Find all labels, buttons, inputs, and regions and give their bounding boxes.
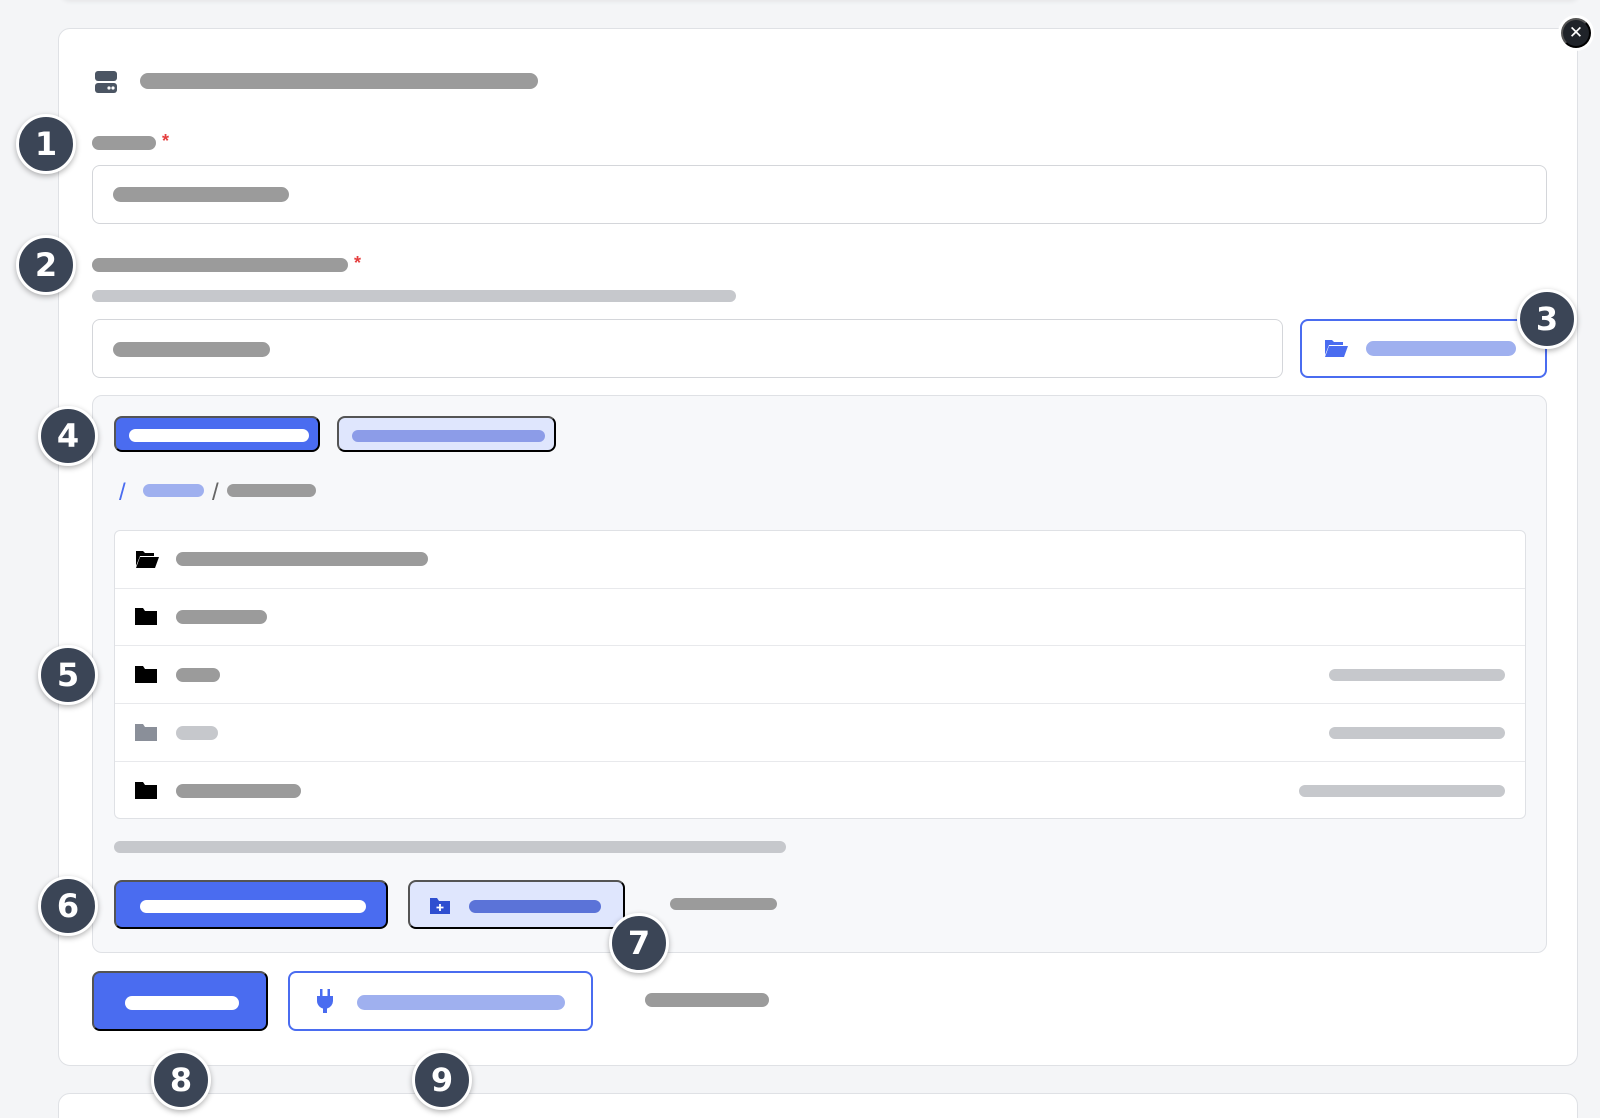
folder-name — [176, 668, 220, 682]
folder-meta — [1299, 785, 1505, 797]
folder-meta — [1329, 727, 1505, 739]
required-indicator: * — [162, 131, 170, 151]
breadcrumb-root[interactable]: / — [119, 479, 126, 507]
tab-active[interactable] — [114, 416, 320, 452]
annotation-marker-2: 2 — [16, 235, 76, 295]
select-folder-button[interactable] — [114, 880, 388, 929]
selected-path-text — [114, 841, 786, 853]
select-folder-label — [140, 900, 366, 913]
new-folder-label — [469, 900, 601, 913]
folder-name — [176, 552, 428, 566]
list-item — [115, 704, 1525, 762]
field-2-label — [92, 258, 348, 272]
close-button[interactable]: ✕ — [1561, 18, 1591, 48]
breadcrumb-current — [227, 484, 316, 497]
next-card — [58, 1093, 1578, 1118]
folder-list — [114, 530, 1526, 819]
folder-name — [176, 726, 218, 740]
annotation-marker-5: 5 — [38, 645, 98, 705]
save-button[interactable] — [92, 971, 268, 1031]
folder-name — [176, 610, 267, 624]
folder-icon — [135, 724, 157, 741]
new-folder-button[interactable] — [408, 880, 625, 929]
annotation-marker-7: 7 — [609, 913, 669, 973]
server-icon — [95, 71, 117, 93]
folder-name — [176, 784, 301, 798]
annotation-marker-8: 8 — [151, 1050, 211, 1110]
annotation-marker-1: 1 — [16, 114, 76, 174]
breadcrumb-separator: / — [212, 479, 219, 506]
tab-inactive-label — [352, 430, 545, 442]
test-connection-button[interactable] — [288, 971, 593, 1031]
field-1-input[interactable] — [92, 165, 1547, 224]
annotation-marker-9: 9 — [412, 1050, 472, 1110]
card-title — [140, 73, 538, 89]
field-1-value — [113, 187, 289, 202]
browse-button[interactable] — [1300, 319, 1547, 378]
plug-icon — [317, 989, 333, 1013]
save-button-label — [125, 996, 239, 1010]
folder-open-icon — [136, 551, 159, 568]
annotation-marker-4: 4 — [38, 406, 98, 466]
required-indicator: * — [354, 253, 362, 273]
list-item[interactable] — [115, 646, 1525, 704]
annotation-marker-6: 6 — [38, 876, 98, 936]
path-value — [113, 342, 270, 357]
folder-plus-icon — [430, 898, 450, 914]
path-input[interactable] — [92, 319, 1283, 378]
browse-button-label — [1366, 341, 1516, 356]
browser-status-text — [670, 898, 777, 910]
folder-open-icon — [1325, 340, 1348, 357]
folder-icon — [135, 666, 157, 683]
tab-inactive[interactable] — [337, 416, 556, 452]
field-2-help-text — [92, 290, 736, 302]
folder-icon — [135, 782, 157, 799]
folder-icon — [135, 608, 157, 625]
list-item[interactable] — [115, 531, 1525, 589]
test-connection-label — [357, 995, 565, 1010]
folder-meta — [1329, 669, 1505, 681]
annotation-marker-3: 3 — [1517, 289, 1577, 349]
list-item[interactable] — [115, 762, 1525, 820]
list-item[interactable] — [115, 588, 1525, 646]
tab-active-label — [129, 429, 309, 442]
field-1-label — [92, 136, 156, 150]
status-text — [645, 993, 769, 1007]
breadcrumb-link[interactable] — [143, 484, 204, 497]
